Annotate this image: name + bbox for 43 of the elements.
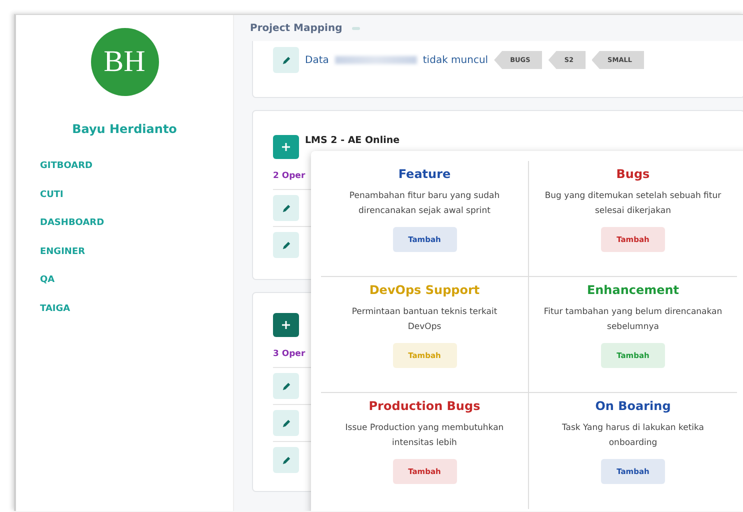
add-button[interactable] bbox=[273, 313, 299, 337]
page-title: Project Mapping bbox=[250, 22, 342, 34]
sidebar-link[interactable]: CUTI bbox=[40, 190, 104, 200]
category-description: Penambahan fitur baru yang sudah direncanakan sejak awal sprint bbox=[348, 190, 501, 218]
add-button[interactable] bbox=[273, 135, 299, 159]
pencil-icon bbox=[282, 204, 290, 212]
sidebar-link[interactable]: DASHBOARD bbox=[40, 218, 104, 228]
project-title: LMS 2 - AE Online bbox=[305, 135, 400, 146]
open-count: 3 Oper bbox=[273, 349, 306, 359]
pencil-icon bbox=[282, 382, 290, 390]
sidebar-link[interactable]: TAIGA bbox=[40, 304, 104, 314]
category-description: Bug yang ditemukan setelah sebuah fitur selesai dikerjakan bbox=[544, 190, 722, 218]
category-description: Permintaan bantuan teknis terkait DevOps bbox=[350, 306, 498, 334]
plus-icon bbox=[282, 143, 290, 151]
category-description: Issue Production yang membutuhkan intensitas lebih bbox=[344, 422, 505, 450]
pencil-icon bbox=[282, 240, 290, 250]
edit-button[interactable] bbox=[273, 47, 299, 73]
sidebar-link[interactable]: QA bbox=[40, 275, 104, 285]
category-title: Enhancement bbox=[586, 283, 680, 297]
issue-title-start: Data bbox=[305, 54, 329, 66]
category-description: Fitur tambahan yang belum direncanakan sebelumnya bbox=[543, 306, 723, 334]
title-marker bbox=[352, 26, 360, 30]
open-count: 2 Oper bbox=[273, 171, 306, 181]
edit-button[interactable] bbox=[273, 195, 299, 221]
edit-button[interactable] bbox=[273, 232, 299, 258]
category-title: Feature bbox=[398, 167, 451, 181]
category-description: Task Yang harus di lakukan ketika onboarding bbox=[560, 422, 706, 450]
edit-button[interactable] bbox=[273, 410, 299, 436]
plus-icon bbox=[282, 321, 290, 329]
pencil-icon bbox=[282, 456, 290, 464]
user-avatar: BH bbox=[90, 28, 158, 96]
category-title: DevOps Support bbox=[369, 283, 480, 297]
edit-button[interactable] bbox=[273, 447, 299, 473]
pencil-icon bbox=[282, 56, 290, 64]
issue-title-end: tidak muncul bbox=[422, 54, 488, 66]
sidebar-link[interactable]: ENGINER bbox=[40, 246, 104, 256]
sidebar-link[interactable]: GITBOARD bbox=[40, 161, 104, 171]
pencil-icon bbox=[282, 418, 290, 428]
user-name: Bayu Herdianto bbox=[72, 122, 177, 136]
edit-button[interactable] bbox=[273, 373, 299, 399]
category-title: On Boaring bbox=[595, 399, 671, 413]
category-title: Production Bugs bbox=[368, 399, 480, 413]
category-title: Bugs bbox=[616, 167, 650, 181]
